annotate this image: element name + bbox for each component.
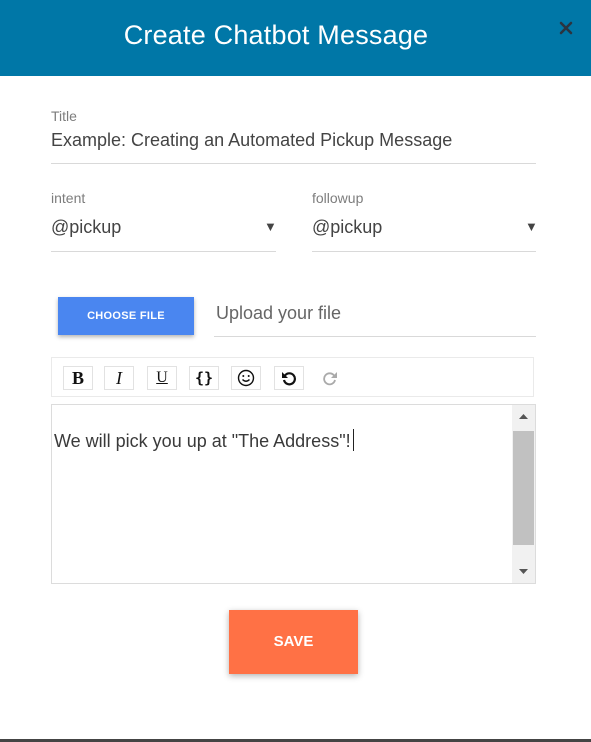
undo-button[interactable] (274, 366, 304, 390)
text-cursor (352, 429, 354, 451)
underline-button[interactable]: U (147, 366, 177, 390)
followup-label: followup (312, 190, 364, 206)
underline-icon: U (156, 369, 168, 386)
scroll-thumb[interactable] (513, 431, 534, 545)
close-button[interactable] (554, 16, 578, 40)
upload-file-input[interactable] (216, 300, 534, 326)
upload-underline (214, 336, 536, 337)
italic-icon: I (116, 367, 122, 388)
arrow-up-icon (519, 414, 528, 419)
intent-underline (51, 251, 276, 252)
message-text[interactable]: We will pick you up at "The Address"! (54, 429, 354, 452)
save-button[interactable]: SAVE (229, 610, 358, 674)
arrow-down-icon (519, 569, 528, 574)
followup-value: @pickup (312, 217, 383, 237)
dialog-header: Create Chatbot Message (0, 0, 591, 76)
chevron-down-icon: ▼ (525, 219, 538, 234)
redo-button[interactable] (315, 366, 345, 390)
intent-label: intent (51, 190, 86, 206)
emoji-button[interactable] (231, 366, 261, 390)
scroll-up-button[interactable] (512, 405, 535, 427)
title-label: Title (51, 108, 77, 124)
code-braces-icon: {} (194, 369, 214, 387)
dialog-title: Create Chatbot Message (123, 20, 429, 50)
bold-button[interactable]: B (63, 366, 93, 390)
title-field[interactable]: Example: Creating an Automated Pickup Me… (51, 129, 452, 151)
intent-value: @pickup (51, 217, 122, 237)
editor-toolbar: B I U {} (51, 357, 534, 397)
redo-icon (323, 372, 337, 386)
italic-button[interactable]: I (104, 366, 134, 390)
chevron-down-icon: ▼ (264, 219, 277, 234)
title-underline (51, 163, 536, 164)
bold-icon: B (71, 367, 84, 388)
scroll-down-button[interactable] (512, 561, 535, 583)
emoji-icon (237, 369, 255, 387)
intent-select[interactable]: @pickup ▼ (51, 212, 277, 250)
message-editor[interactable]: We will pick you up at "The Address"! (51, 404, 536, 584)
followup-select[interactable]: @pickup ▼ (312, 212, 538, 250)
close-icon (559, 21, 573, 35)
followup-underline (312, 251, 536, 252)
editor-scrollbar[interactable] (512, 405, 535, 583)
undo-icon (282, 372, 296, 386)
message-text-content: We will pick you up at "The Address"! (54, 431, 351, 451)
choose-file-button[interactable]: CHOOSE FILE (58, 297, 194, 335)
code-button[interactable]: {} (189, 366, 219, 390)
